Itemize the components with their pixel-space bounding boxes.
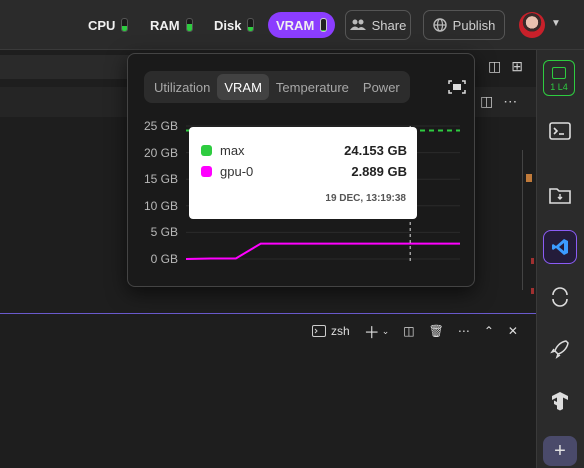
disk-label: Disk — [214, 17, 242, 33]
sync-icon — [552, 287, 568, 307]
disk-level-indicator — [247, 18, 255, 32]
chart-tooltip: max 24.153 GB gpu-0 2.889 GB 19 DEC, 13:… — [189, 127, 417, 219]
terminal-tab[interactable]: zsh — [312, 324, 350, 338]
close-icon[interactable]: ✕ — [508, 324, 518, 338]
split-layout-icon[interactable]: ◫ — [488, 58, 501, 75]
ram-metric[interactable]: RAM — [150, 12, 193, 38]
trash-icon[interactable]: 🗑 — [429, 324, 444, 338]
deploy-sidebar-button[interactable] — [543, 332, 577, 366]
cpu-metric[interactable]: CPU — [88, 12, 129, 38]
minimap[interactable] — [520, 140, 534, 300]
tooltip-timestamp: 19 DEC, 13:19:38 — [325, 193, 406, 204]
avatar[interactable] — [519, 12, 545, 38]
globe-icon — [432, 18, 447, 32]
more-icon[interactable]: ⋯ — [503, 93, 517, 110]
files-sidebar-button[interactable] — [543, 178, 577, 212]
editor-actions-secondary: ◫ ⋯ — [480, 93, 517, 110]
layout-grid-icon[interactable]: ⊞ — [511, 58, 523, 75]
split-terminal-icon[interactable]: ◫ — [403, 324, 414, 338]
gpu-badge-label: 1 L4 — [550, 82, 568, 92]
chevron-down-icon[interactable]: ▼ — [551, 18, 561, 29]
vram-level-indicator — [320, 18, 328, 32]
series-swatch-max — [201, 144, 212, 156]
sync-sidebar-button[interactable] — [543, 280, 577, 314]
series-swatch-gpu-0 — [201, 165, 212, 177]
add-sidebar-button[interactable]: + — [543, 436, 577, 466]
vram-label: VRAM — [276, 17, 315, 33]
publish-button[interactable]: Publish — [423, 10, 505, 40]
new-terminal-icon[interactable]: ＋ ⌄ — [364, 319, 390, 343]
vscode-sidebar-button[interactable] — [543, 230, 577, 264]
share-button[interactable]: Share — [345, 10, 411, 40]
terminal-toolbar: zsh ＋ ⌄ ◫ 🗑 ⋯ ⌃ ✕ — [312, 320, 518, 342]
gpu-badge[interactable]: 1 L4 — [543, 60, 575, 96]
plus-icon: + — [554, 439, 566, 462]
tensorflow-icon — [552, 392, 568, 411]
disk-metric[interactable]: Disk — [214, 12, 255, 38]
tensorflow-sidebar-button[interactable] — [543, 384, 577, 418]
tooltip-series-name: max — [220, 142, 245, 158]
top-bar: CPU RAM Disk VRAM Share Publish ▼ — [0, 0, 584, 50]
right-sidebar: + — [536, 50, 584, 468]
cpu-level-indicator — [121, 18, 129, 32]
ram-label: RAM — [150, 17, 180, 33]
terminal-icon — [549, 122, 571, 140]
chevron-down-icon[interactable]: ⌄ — [382, 326, 390, 337]
more-icon[interactable]: ⋯ — [458, 324, 470, 338]
split-editor-icon[interactable]: ◫ — [480, 93, 493, 110]
tooltip-series-name: gpu-0 — [220, 163, 254, 179]
ram-level-indicator — [185, 18, 193, 32]
maximize-panel-icon[interactable]: ⌃ — [484, 324, 494, 338]
share-label: Share — [371, 17, 407, 33]
tooltip-row-max: max 24.153 GB — [201, 141, 407, 159]
folder-icon — [549, 188, 571, 204]
vram-popup: Utilization VRAM Temperature Power 25 GB… — [127, 53, 475, 287]
gpu-chip-icon — [552, 67, 566, 79]
editor-tab-strip — [0, 55, 140, 79]
rocket-icon — [550, 340, 569, 359]
tooltip-series-value: 2.889 GB — [351, 163, 407, 179]
publish-label: Publish — [452, 17, 496, 33]
tooltip-series-value: 24.153 GB — [344, 142, 407, 158]
tooltip-row-gpu-0: gpu-0 2.889 GB — [201, 162, 407, 180]
terminal-sidebar-button[interactable] — [543, 114, 577, 148]
vscode-icon — [552, 239, 568, 255]
people-icon — [349, 19, 366, 30]
terminal-shell-label: zsh — [331, 324, 350, 338]
editor-actions-top: ◫ ⊞ — [488, 58, 523, 75]
vram-metric[interactable]: VRAM — [268, 12, 336, 38]
terminal-icon — [312, 325, 326, 337]
series-line-gpu-0 — [185, 242, 460, 260]
cpu-label: CPU — [88, 17, 116, 33]
